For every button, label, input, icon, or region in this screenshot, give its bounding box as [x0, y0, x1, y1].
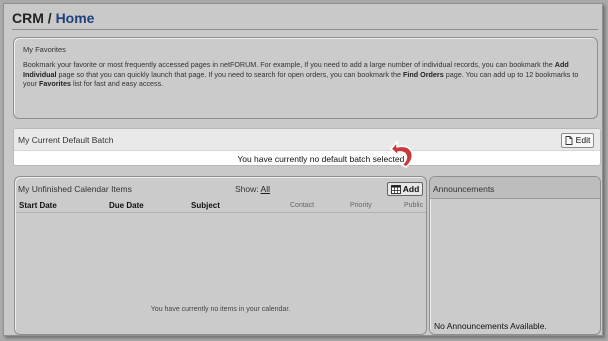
main-window: CRM / Home My Favorites Bookmark your fa… [3, 3, 603, 336]
favorites-description: Bookmark your favorite or most frequentl… [23, 60, 591, 89]
breadcrumb-home-link[interactable]: Home [56, 10, 95, 26]
breadcrumb: CRM / Home [12, 10, 598, 30]
announcements-message: No Announcements Available. [434, 321, 547, 331]
column-due-date[interactable]: Due Date [109, 201, 144, 210]
calendar-icon [390, 184, 401, 194]
breadcrumb-separator: / [43, 10, 56, 26]
calendar-show-filter: Show: All [235, 184, 270, 194]
column-subject[interactable]: Subject [191, 201, 220, 210]
edit-button[interactable]: Edit [561, 133, 594, 148]
calendar-table-header: Start Date Due Date Subject Contact Prio… [16, 199, 426, 213]
calendar-show-all-link[interactable]: All [261, 184, 270, 194]
calendar-panel: My Unfinished Calendar Items Show: All A… [14, 176, 427, 335]
favorites-desc-text: list for fast and easy access. [70, 79, 164, 89]
announcements-title: Announcements [433, 184, 495, 194]
favorites-desc-favorites: Favorites [38, 79, 71, 89]
edit-button-label: Edit [575, 135, 591, 145]
favorites-panel: My Favorites Bookmark your favorite or m… [13, 37, 598, 119]
column-start-date[interactable]: Start Date [19, 201, 57, 210]
column-public[interactable]: Public [404, 202, 423, 209]
column-priority[interactable]: Priority [350, 202, 372, 209]
calendar-empty-message: You have currently no items in your cale… [150, 306, 291, 313]
calendar-title: My Unfinished Calendar Items [18, 184, 132, 194]
add-button-label: Add [402, 184, 420, 194]
column-contact[interactable]: Contact [290, 202, 314, 209]
announcements-titlebar: Announcements [430, 177, 600, 199]
favorites-desc-text: Bookmark your favorite or most frequentl… [23, 60, 555, 69]
announcements-panel: Announcements No Announcements Available… [429, 176, 601, 335]
default-batch-title: My Current Default Batch [18, 135, 114, 145]
breadcrumb-section: CRM [12, 10, 44, 26]
favorites-desc-find-orders: Find Orders [402, 69, 444, 79]
calendar-table-body: You have currently no items in your cale… [17, 214, 424, 330]
document-icon [565, 136, 573, 145]
default-batch-panel: My Current Default Batch Edit You have c… [13, 128, 601, 166]
curved-arrow-icon [390, 141, 414, 168]
calendar-titlebar: My Unfinished Calendar Items Show: All A… [15, 177, 426, 199]
default-batch-titlebar: My Current Default Batch Edit [14, 129, 600, 151]
default-batch-message: You have currently no default batch sele… [237, 154, 407, 164]
add-calendar-item-button[interactable]: Add [387, 182, 423, 196]
favorites-title: My Favorites [23, 45, 66, 54]
favorites-desc-text: page so that you can quickly launch that… [56, 69, 403, 79]
calendar-show-label: Show: [235, 184, 259, 194]
